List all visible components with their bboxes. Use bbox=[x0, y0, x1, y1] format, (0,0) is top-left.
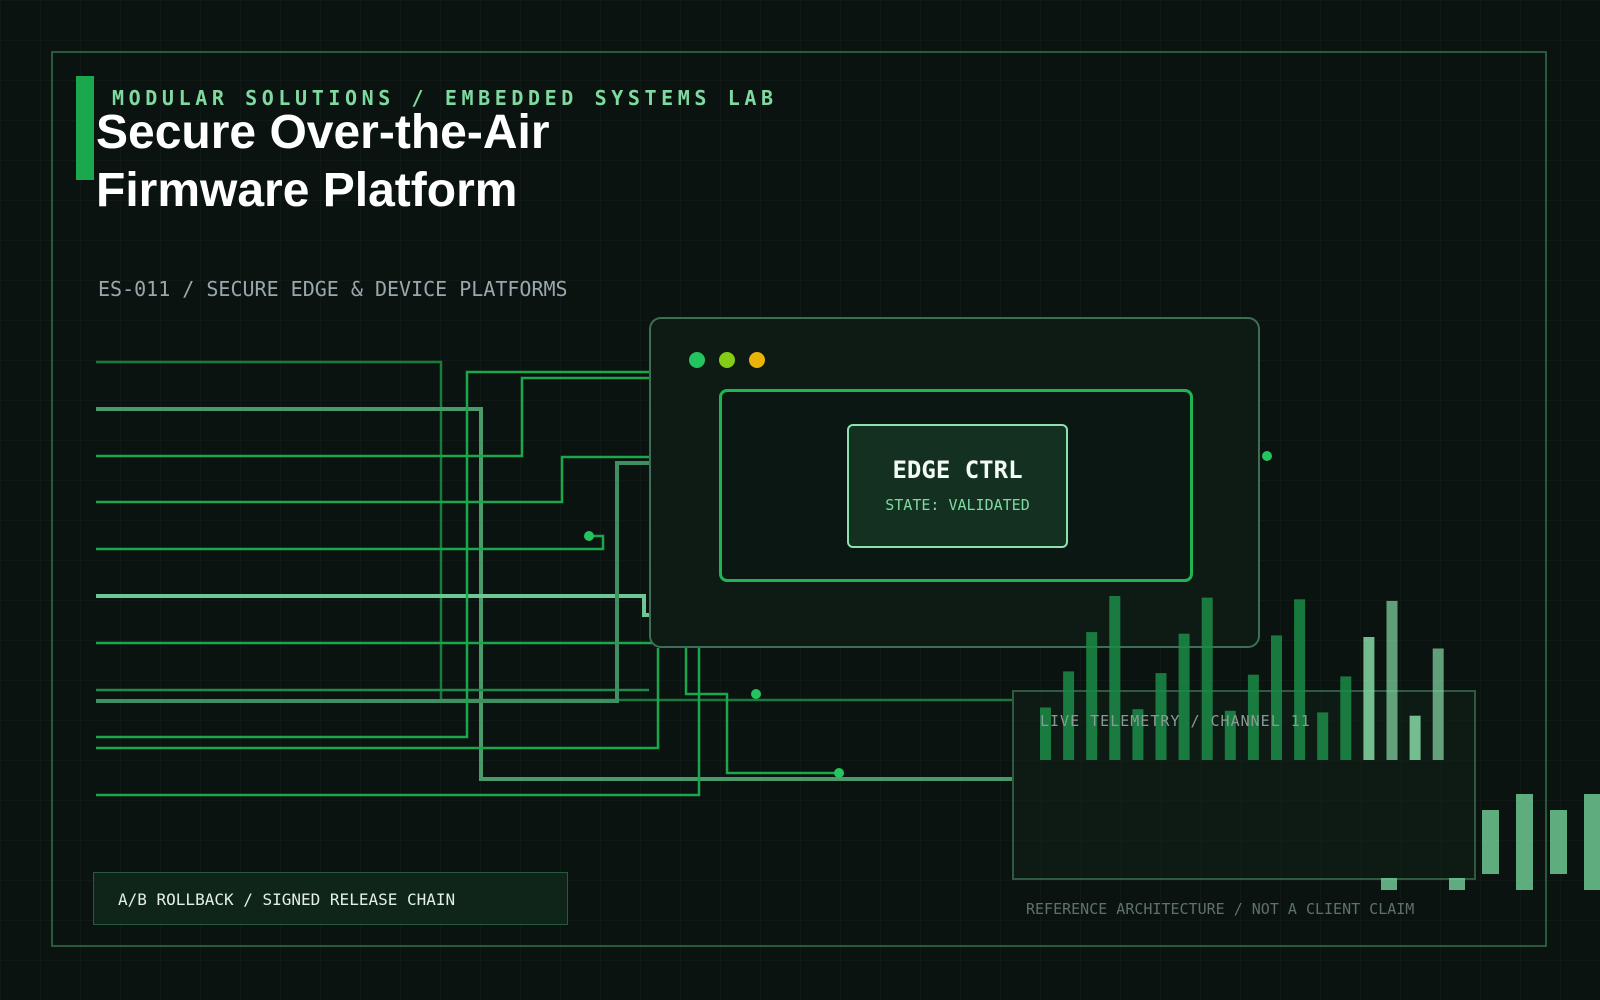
telemetry-bar bbox=[1294, 599, 1306, 760]
telemetry-bar bbox=[1201, 597, 1213, 760]
telemetry-bar bbox=[1363, 637, 1375, 760]
telemetry-bar bbox=[1086, 632, 1098, 760]
footer-badge: A/B ROLLBACK / SIGNED RELEASE CHAIN bbox=[93, 872, 568, 925]
telemetry-bar bbox=[1271, 635, 1282, 760]
decorative-bar bbox=[1449, 878, 1465, 890]
telemetry-bar bbox=[1317, 712, 1329, 760]
footer-note: REFERENCE ARCHITECTURE / NOT A CLIENT CL… bbox=[1026, 900, 1415, 918]
footer-badge-text: A/B ROLLBACK / SIGNED RELEASE CHAIN bbox=[118, 890, 456, 909]
telemetry-bar bbox=[1178, 633, 1190, 760]
decorative-bar bbox=[1584, 794, 1600, 890]
decorative-bar bbox=[1381, 878, 1397, 890]
decorative-bar bbox=[1482, 810, 1499, 874]
telemetry-bar bbox=[1409, 715, 1421, 760]
decorative-bar bbox=[1550, 810, 1567, 874]
telemetry-label: LIVE TELEMETRY / CHANNEL 11 bbox=[1040, 712, 1311, 730]
telemetry-bar bbox=[1386, 600, 1398, 760]
telemetry-bar bbox=[1432, 648, 1444, 760]
telemetry-bars bbox=[1040, 596, 1600, 890]
telemetry-bar bbox=[1109, 596, 1121, 760]
telemetry-bar bbox=[1340, 676, 1352, 760]
decorative-bar bbox=[1516, 794, 1533, 890]
